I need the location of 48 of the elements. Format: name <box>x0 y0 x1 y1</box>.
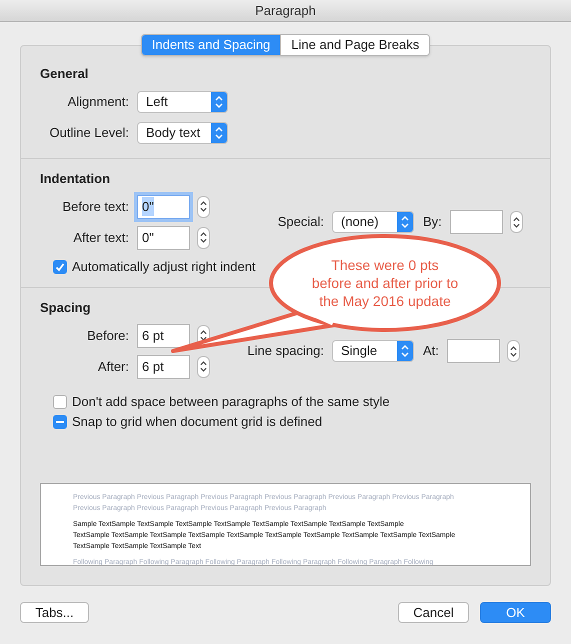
popup-button[interactable]: Body text <box>137 122 228 144</box>
updown-arrows-icon <box>512 216 520 228</box>
stepper[interactable] <box>197 226 210 248</box>
updown-arrows-icon <box>215 94 223 108</box>
stepper[interactable] <box>506 340 520 362</box>
field-label: Alignment: <box>66 92 130 111</box>
checkbox[interactable] <box>53 260 67 274</box>
checkbox-label: Snap to grid when document grid is defined <box>72 413 322 432</box>
field-label: By: <box>422 213 443 232</box>
field-label: Before text: <box>62 198 130 216</box>
checkbox[interactable] <box>53 415 67 429</box>
updown-arrows-icon <box>200 360 207 373</box>
popup-button[interactable]: Left <box>137 90 228 112</box>
stepper[interactable] <box>197 196 210 218</box>
text-field[interactable] <box>450 210 503 234</box>
field-label: Special: <box>276 213 325 232</box>
updown-arrows-icon <box>200 200 207 213</box>
dialog-button[interactable]: Cancel <box>398 602 469 623</box>
updown-arrows-icon <box>200 329 207 342</box>
text-field[interactable]: 6 pt <box>137 324 190 348</box>
stepper[interactable] <box>510 211 523 233</box>
tab[interactable]: Line and Page Breaks <box>280 35 430 55</box>
text-field[interactable]: 0" <box>137 226 190 250</box>
field-label: Outline Level: <box>48 124 130 142</box>
updown-arrows-icon <box>510 344 517 358</box>
field-label: At: <box>422 342 440 360</box>
updown-arrows-icon <box>401 344 409 358</box>
stepper[interactable] <box>197 356 210 378</box>
text-field[interactable]: 6 pt <box>137 354 190 378</box>
checkbox-label: Automatically adjust right indent <box>72 258 256 276</box>
field-label: Before: <box>86 326 130 345</box>
callout-text: These were 0 pts before and after prior to the May 2016 update <box>310 256 460 310</box>
field-label: Line spacing: <box>246 342 325 360</box>
window-title: Paragraph <box>255 2 316 20</box>
popup-button[interactable]: Single <box>332 340 414 362</box>
dialog-button[interactable]: Tabs... <box>20 602 89 623</box>
checkbox-label: Don't add space between paragraphs of the same style <box>72 393 390 412</box>
section-heading: General <box>40 66 88 81</box>
section-heading: Spacing <box>40 300 91 315</box>
updown-arrows-icon <box>401 215 409 229</box>
popup-button[interactable]: (none) <box>332 211 414 233</box>
updown-arrows-icon <box>215 126 223 140</box>
updown-arrows-icon <box>200 231 207 244</box>
text-field[interactable] <box>446 339 500 363</box>
section-heading: Indentation <box>40 171 110 186</box>
field-label: After: <box>96 358 130 376</box>
checkbox[interactable] <box>53 395 67 409</box>
field-label: After text: <box>72 228 130 247</box>
